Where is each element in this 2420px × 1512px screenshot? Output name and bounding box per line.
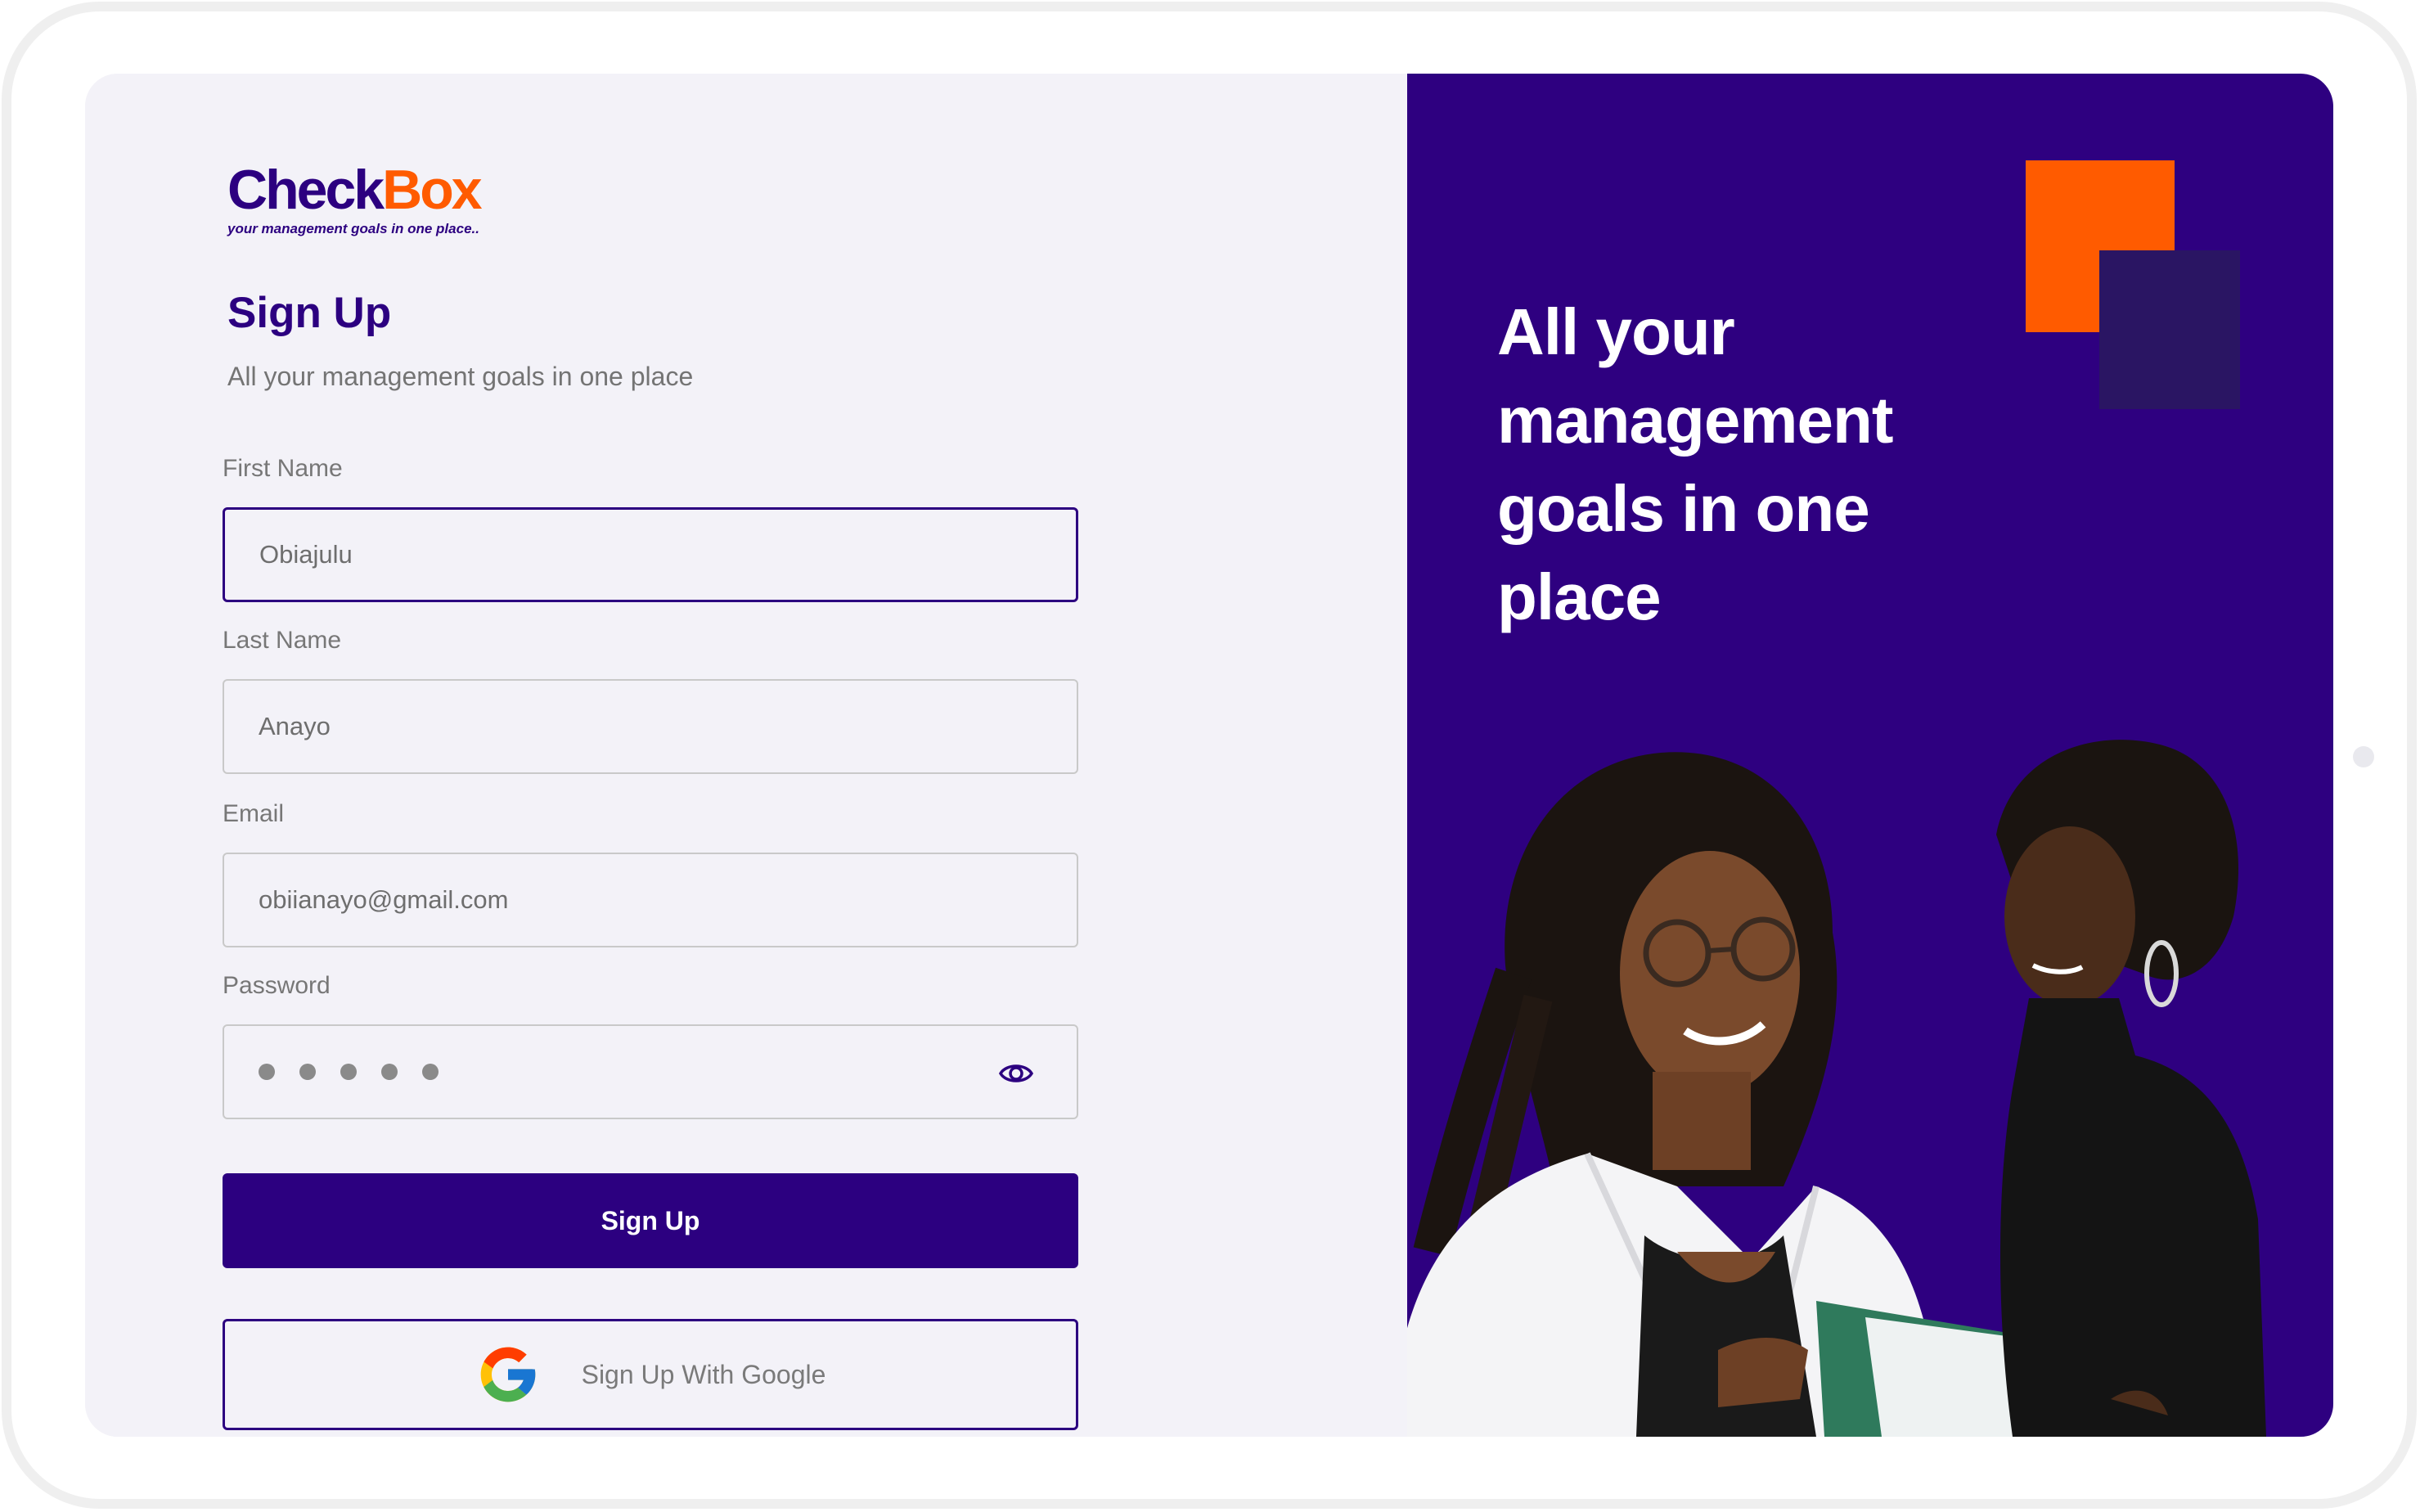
screen: CheckBox your management goals in one pl… (85, 74, 2333, 1437)
decor-dark-square (2099, 250, 2240, 409)
first-name-field[interactable]: Obiajulu (223, 507, 1078, 602)
checkbox-logo: CheckBox your management goals in one pl… (227, 159, 483, 237)
hero-photo (1407, 740, 2266, 1437)
password-mask-dot (299, 1064, 316, 1080)
google-logo-icon (480, 1347, 535, 1402)
page-title: Sign Up (227, 289, 392, 337)
password-mask (259, 1064, 439, 1080)
google-sign-up-label: Sign Up With Google (581, 1359, 826, 1389)
password-mask-dot (422, 1064, 439, 1080)
password-field[interactable] (223, 1024, 1078, 1119)
email-label: Email (223, 800, 285, 827)
first-name-value: Obiajulu (259, 540, 353, 569)
password-mask-dot (259, 1064, 275, 1080)
signup-panel: CheckBox your management goals in one pl… (85, 74, 1407, 1437)
logo-tagline: your management goals in one place.. (227, 221, 479, 236)
password-mask-dot (381, 1064, 398, 1080)
google-sign-up-button[interactable]: Sign Up With Google (223, 1319, 1078, 1430)
last-name-field[interactable]: Anayo (223, 679, 1078, 774)
logo-word-box: Box (382, 159, 482, 221)
email-value: obiianayo@gmail.com (259, 885, 509, 914)
eye-icon[interactable] (998, 1057, 1034, 1090)
page-subtitle: All your management goals in one place (227, 362, 694, 391)
password-mask-dot (340, 1064, 357, 1080)
hero-panel: All your management goals in one place (1407, 74, 2333, 1437)
last-name-value: Anayo (259, 712, 331, 740)
first-name-label: First Name (223, 455, 343, 482)
logo-word-check: Check (227, 159, 385, 221)
last-name-label: Last Name (223, 627, 342, 654)
hero-headline: All your management goals in one place (1497, 295, 1893, 633)
device-side-button (2353, 746, 2374, 767)
sign-up-button[interactable]: Sign Up (223, 1173, 1078, 1268)
email-field[interactable]: obiianayo@gmail.com (223, 853, 1078, 947)
sign-up-button-label: Sign Up (601, 1205, 700, 1235)
password-label: Password (223, 972, 331, 999)
